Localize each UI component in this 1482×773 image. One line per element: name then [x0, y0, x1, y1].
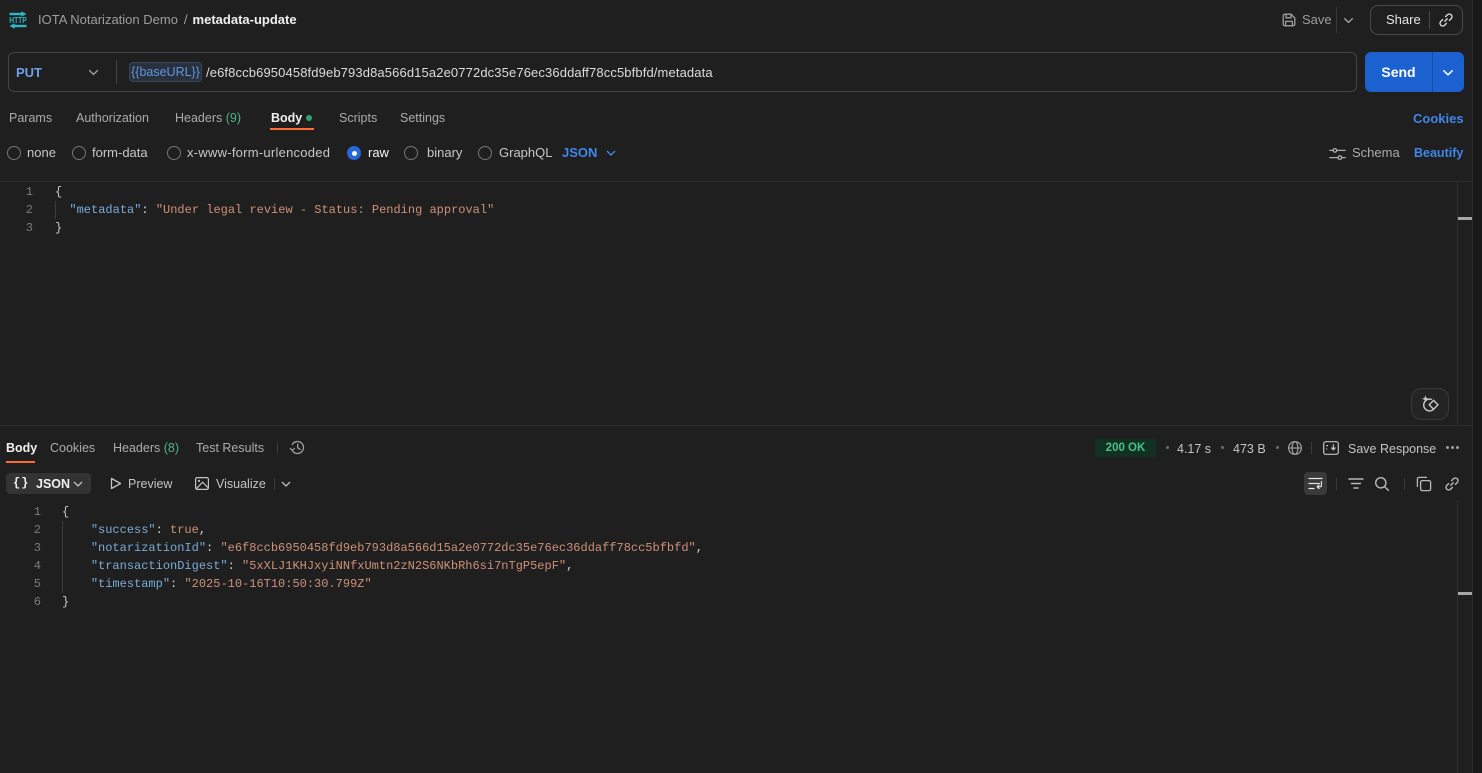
svg-text:HTTP: HTTP: [9, 15, 27, 25]
